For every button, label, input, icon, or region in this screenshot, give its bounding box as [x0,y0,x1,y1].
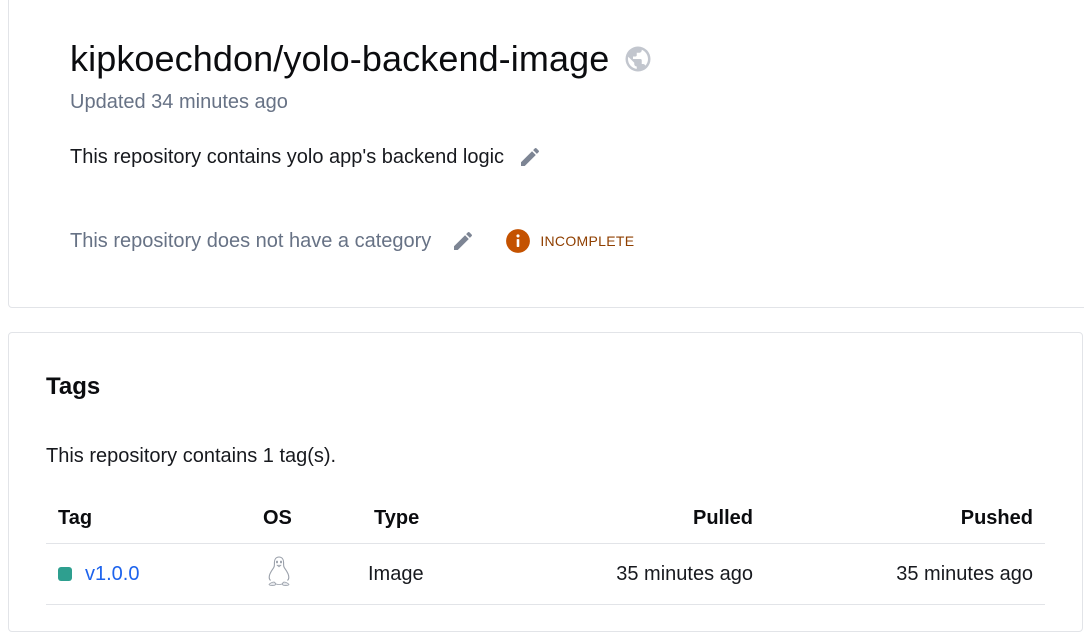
table-row: v1.0.0 Image 35 minutes ago 35 minutes a… [46,544,1045,605]
incomplete-status-badge: INCOMPLETE [505,228,634,254]
os-cell [265,555,293,593]
tags-heading: Tags [46,373,101,400]
globe-icon [623,44,653,74]
category-text: This repository does not have a category [70,229,432,252]
column-header-tag[interactable]: Tag [58,507,92,530]
updated-timestamp: Updated 34 minutes ago [70,91,288,113]
column-header-os: OS [263,506,292,529]
linux-icon [265,555,293,587]
type-cell: Image [368,562,424,585]
repository-header-card: kipkoechdon/yolo-backend-image Updated 3… [8,0,1084,308]
column-header-type: Type [374,506,420,529]
info-icon [505,228,531,254]
description-row: This repository contains yolo app's back… [70,145,542,169]
repo-title-row: kipkoechdon/yolo-backend-image [70,37,653,81]
repo-description: This repository contains yolo app's back… [70,145,505,168]
tags-table: Tag OS Type Pulled Pushed v1.0.0 Image 3… [46,493,1045,605]
edit-description-icon[interactable] [518,145,542,169]
column-header-pulled[interactable]: Pulled [693,507,753,530]
tags-count-text: This repository contains 1 tag(s). [46,445,337,467]
tag-cell: v1.0.0 [58,563,139,586]
tag-status-indicator [58,567,72,581]
edit-category-icon[interactable] [451,229,475,253]
repo-title: kipkoechdon/yolo-backend-image [70,38,610,79]
tags-card: Tags This repository contains 1 tag(s). … [8,332,1083,632]
tag-link[interactable]: v1.0.0 [85,563,139,586]
tags-table-header: Tag OS Type Pulled Pushed [46,493,1045,544]
pulled-cell: 35 minutes ago [616,562,753,585]
column-header-pushed[interactable]: Pushed [961,507,1033,530]
pushed-cell: 35 minutes ago [896,562,1033,585]
category-row: This repository does not have a category… [70,228,634,254]
status-badge-label: INCOMPLETE [540,233,635,249]
